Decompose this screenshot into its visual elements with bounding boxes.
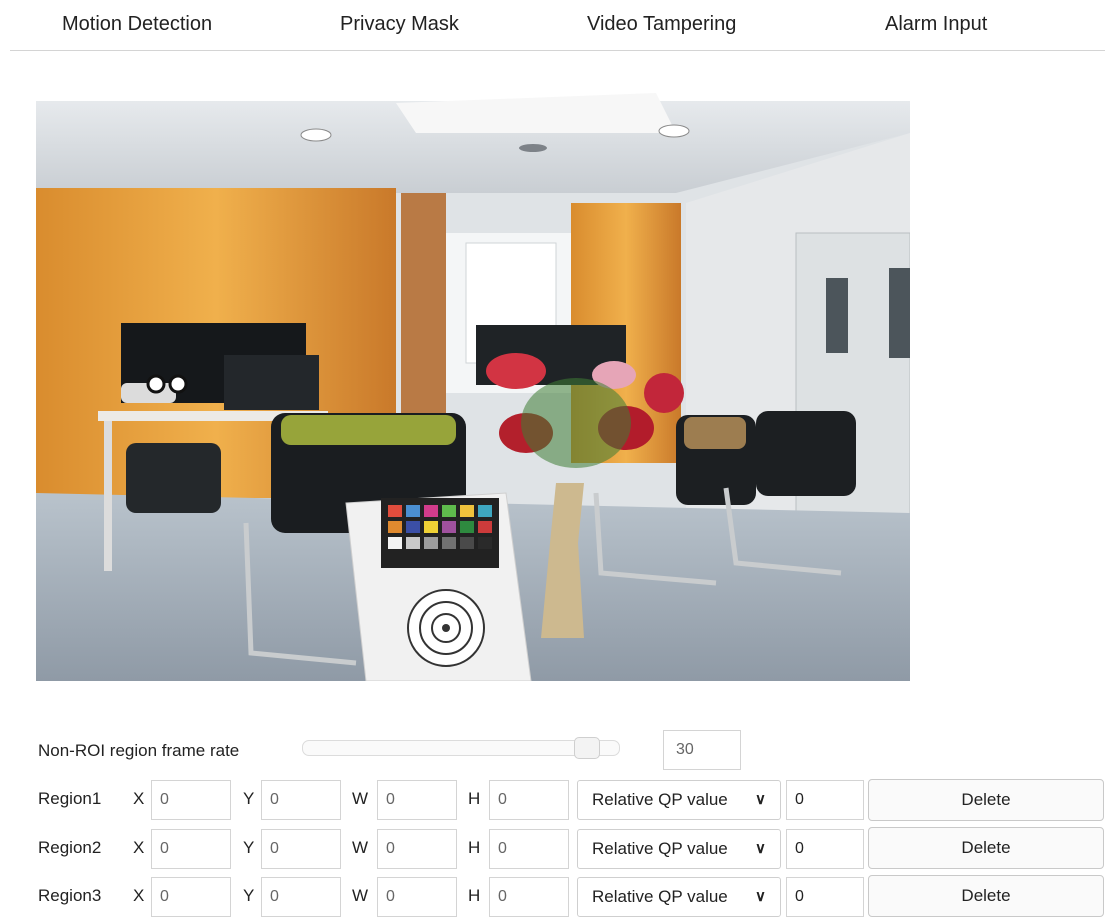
region-y-input[interactable] (261, 780, 341, 820)
region-x-input[interactable] (151, 829, 231, 869)
y-label: Y (243, 886, 255, 905)
region-w-input[interactable] (377, 877, 457, 917)
non-roi-frame-rate-slider[interactable] (302, 737, 620, 759)
tab-privacy-mask[interactable]: Privacy Mask (340, 13, 459, 36)
tab-video-tampering[interactable]: Video Tampering (587, 13, 736, 36)
qp-mode-select[interactable]: Relative QP value ∨ (577, 780, 781, 820)
camera-preview[interactable] (36, 93, 910, 681)
region-h-input[interactable] (489, 780, 569, 820)
slider-track[interactable] (302, 740, 620, 756)
qp-value-input[interactable] (786, 877, 864, 917)
region-x-input[interactable] (151, 780, 231, 820)
region-label: Region1 (38, 789, 102, 808)
tab-bar: Motion Detection Privacy Mask Video Tamp… (10, 0, 1105, 51)
chevron-down-icon: ∨ (755, 791, 766, 808)
tab-alarm-input[interactable]: Alarm Input (885, 13, 987, 36)
y-label: Y (243, 789, 255, 808)
chevron-down-icon: ∨ (755, 840, 766, 857)
region-h-input[interactable] (489, 877, 569, 917)
region-h-input[interactable] (489, 829, 569, 869)
x-label: X (133, 838, 145, 857)
delete-button[interactable]: Delete (868, 827, 1104, 869)
region-w-input[interactable] (377, 780, 457, 820)
region-y-input[interactable] (261, 829, 341, 869)
slider-thumb[interactable] (574, 737, 600, 759)
h-label: H (468, 886, 481, 905)
camera-preview-image (36, 93, 910, 681)
h-label: H (468, 789, 481, 808)
qp-value-input[interactable] (786, 780, 864, 820)
w-label: W (352, 886, 369, 905)
qp-mode-select[interactable]: Relative QP value ∨ (577, 877, 781, 917)
w-label: W (352, 838, 369, 857)
x-label: X (133, 789, 145, 808)
chevron-down-icon: ∨ (755, 888, 766, 905)
region-y-input[interactable] (261, 877, 341, 917)
delete-button[interactable]: Delete (868, 779, 1104, 821)
h-label: H (468, 838, 481, 857)
non-roi-frame-rate-input[interactable] (663, 730, 741, 770)
region-label: Region3 (38, 886, 102, 905)
tab-motion-detection[interactable]: Motion Detection (62, 13, 212, 36)
qp-mode-select[interactable]: Relative QP value ∨ (577, 829, 781, 869)
x-label: X (133, 886, 145, 905)
non-roi-frame-rate-label: Non-ROI region frame rate (38, 741, 240, 760)
qp-value-input[interactable] (786, 829, 864, 869)
region-label: Region2 (38, 838, 102, 857)
region-x-input[interactable] (151, 877, 231, 917)
w-label: W (352, 789, 369, 808)
y-label: Y (243, 838, 255, 857)
region-w-input[interactable] (377, 829, 457, 869)
